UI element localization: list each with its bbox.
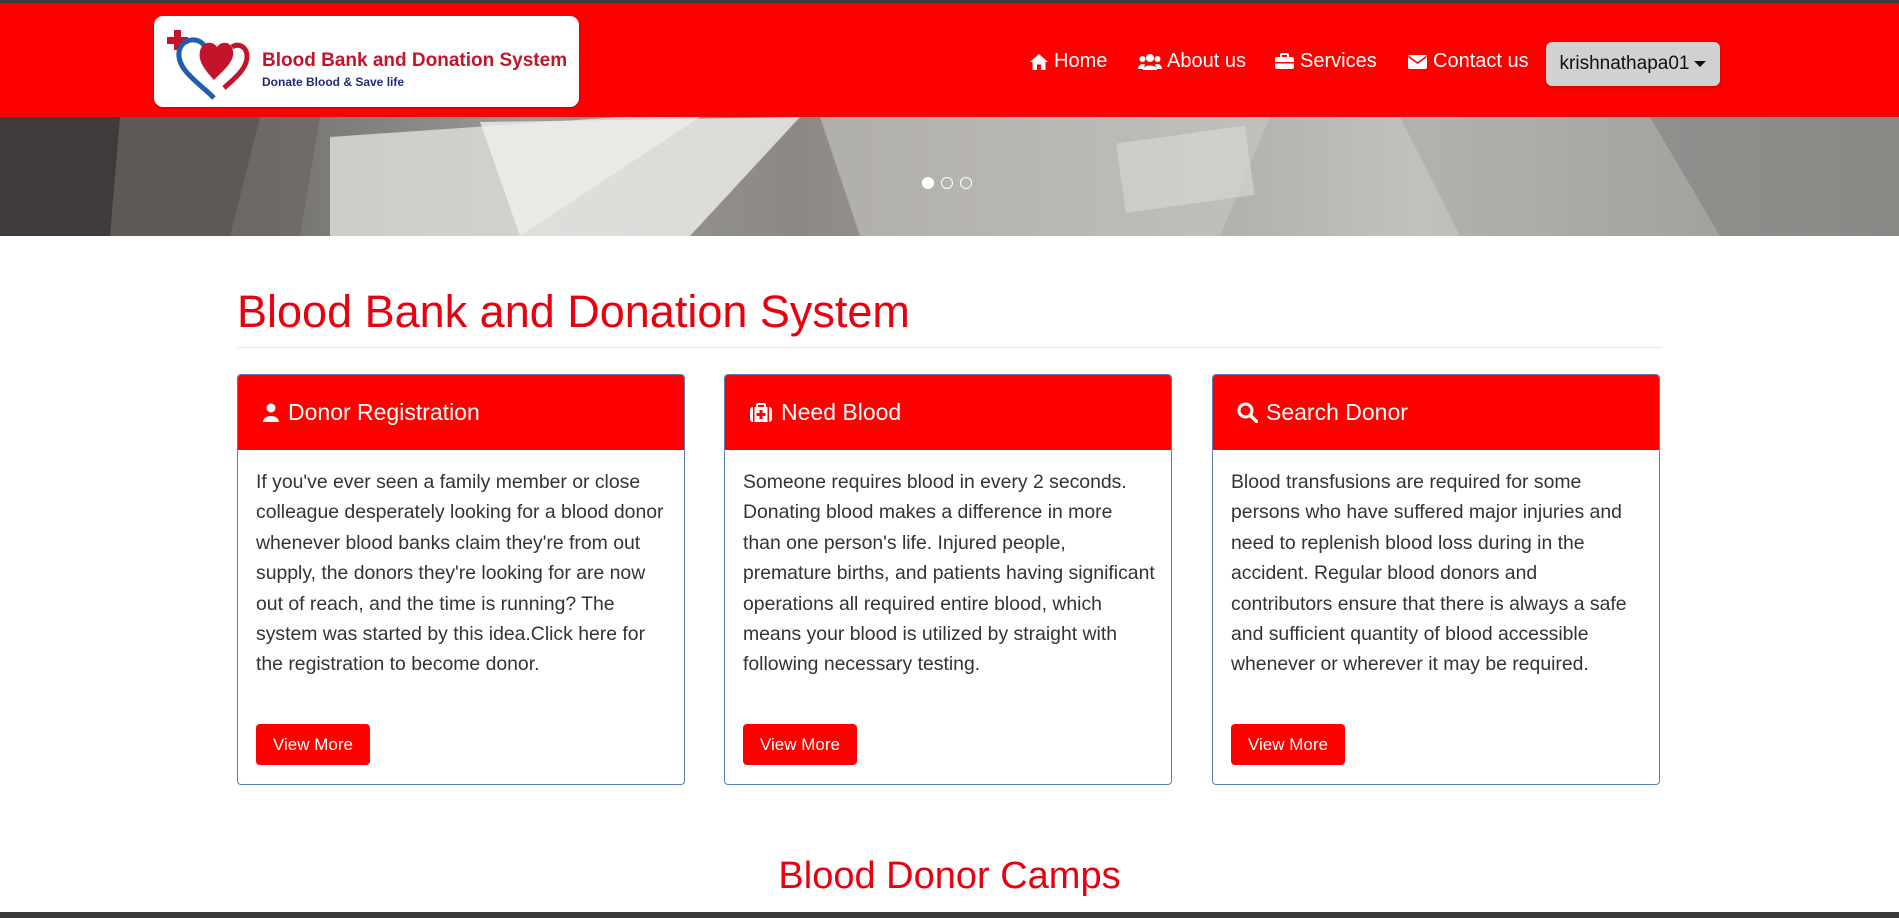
card-text: Someone requires blood in every 2 second… — [743, 471, 1155, 676]
nav-home[interactable]: Home — [1029, 50, 1107, 73]
card-title: Donor Registration — [288, 399, 480, 425]
envelope-icon — [1408, 54, 1427, 69]
heart-logo-icon — [167, 30, 250, 100]
search-icon — [1237, 402, 1258, 423]
card-title: Search Donor — [1266, 399, 1408, 425]
card-text: Blood transfusions are required for some… — [1231, 471, 1627, 676]
card-title: Need Blood — [781, 399, 902, 425]
view-more-button[interactable]: View More — [743, 724, 857, 765]
medkit-icon — [750, 402, 772, 422]
username: krishnathapa01 — [1559, 53, 1690, 74]
carousel-dot-3[interactable] — [960, 177, 972, 189]
view-more-button[interactable]: View More — [1231, 724, 1345, 765]
nav-about-label: About us — [1167, 50, 1246, 72]
nav-home-label: Home — [1054, 50, 1108, 72]
nav-contact[interactable]: Contact us — [1407, 50, 1529, 73]
brand-logo[interactable]: Blood Bank and Donation System Donate Bl… — [154, 16, 579, 107]
carousel-indicators — [922, 177, 972, 189]
title-divider — [237, 347, 1662, 348]
card-text: If you've ever seen a family member or c… — [256, 471, 664, 676]
view-more-button[interactable]: View More — [256, 724, 370, 765]
brand-tagline: Donate Blood & Save life — [262, 75, 405, 89]
hero-carousel[interactable] — [0, 117, 1899, 236]
nav-contact-label: Contact us — [1433, 50, 1529, 72]
user-icon — [263, 403, 279, 422]
nav-about[interactable]: About us — [1138, 50, 1246, 73]
brand-title: Blood Bank and Donation System — [262, 50, 568, 71]
donor-registration-card: Donor Registration If you've ever seen a… — [237, 374, 685, 785]
briefcase-icon — [1275, 53, 1294, 69]
need-blood-card: Need Blood Someone requires blood in eve… — [724, 374, 1172, 785]
card-header: Donor Registration — [238, 375, 684, 450]
navbar: Blood Bank and Donation System Donate Bl… — [0, 3, 1899, 117]
home-icon — [1030, 53, 1048, 70]
carousel-dot-1[interactable] — [922, 177, 934, 189]
card-header: Need Blood — [725, 375, 1171, 450]
nav-services-label: Services — [1300, 50, 1377, 72]
window-bottom-border — [0, 912, 1899, 918]
card-header: Search Donor — [1213, 375, 1659, 450]
nav-services[interactable]: Services — [1274, 50, 1377, 73]
blood-donor-camps-heading: Blood Donor Camps — [778, 855, 1121, 897]
caret-down-icon — [1694, 61, 1707, 67]
user-menu-button[interactable]: krishnathapa01 — [1546, 42, 1720, 86]
page-title: Blood Bank and Donation System — [237, 286, 910, 337]
search-donor-card: Search Donor Blood transfusions are requ… — [1212, 374, 1660, 785]
carousel-dot-2[interactable] — [941, 177, 953, 189]
users-icon — [1138, 53, 1162, 70]
